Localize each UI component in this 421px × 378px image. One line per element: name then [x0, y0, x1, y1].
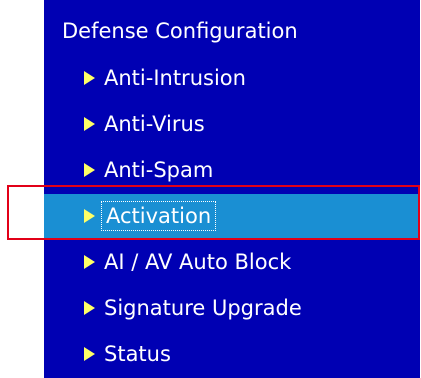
menu-title: Defense Configuration: [62, 19, 298, 43]
menu-item-anti-intrusion[interactable]: Anti-Intrusion: [44, 56, 420, 100]
caret-right-icon: [84, 71, 95, 85]
caret-right-icon: [84, 163, 95, 177]
menu-item-label: Anti-Spam: [104, 158, 214, 182]
menu-item-signature-upgrade[interactable]: Signature Upgrade: [44, 286, 420, 330]
menu-item-status[interactable]: Status: [44, 332, 420, 376]
menu-item-label: Status: [104, 342, 171, 366]
menu-item-label: Anti-Virus: [104, 112, 205, 136]
menu-item-anti-spam[interactable]: Anti-Spam: [44, 148, 420, 192]
defense-configuration-menu: Defense Configuration Anti-Intrusion Ant…: [44, 0, 420, 378]
menu-item-activation[interactable]: Activation: [44, 194, 420, 238]
menu-item-label: Anti-Intrusion: [104, 66, 246, 90]
caret-right-icon: [84, 255, 95, 269]
caret-right-icon: [84, 347, 95, 361]
caret-right-icon: [84, 301, 95, 315]
menu-item-ai-av-auto-block[interactable]: AI / AV Auto Block: [44, 240, 420, 284]
caret-right-icon: [84, 117, 95, 131]
menu-item-anti-virus[interactable]: Anti-Virus: [44, 102, 420, 146]
caret-right-icon: [84, 209, 95, 223]
menu-item-label: Signature Upgrade: [104, 296, 302, 320]
menu-item-label: Activation: [100, 201, 217, 231]
menu-item-label: AI / AV Auto Block: [104, 250, 292, 274]
